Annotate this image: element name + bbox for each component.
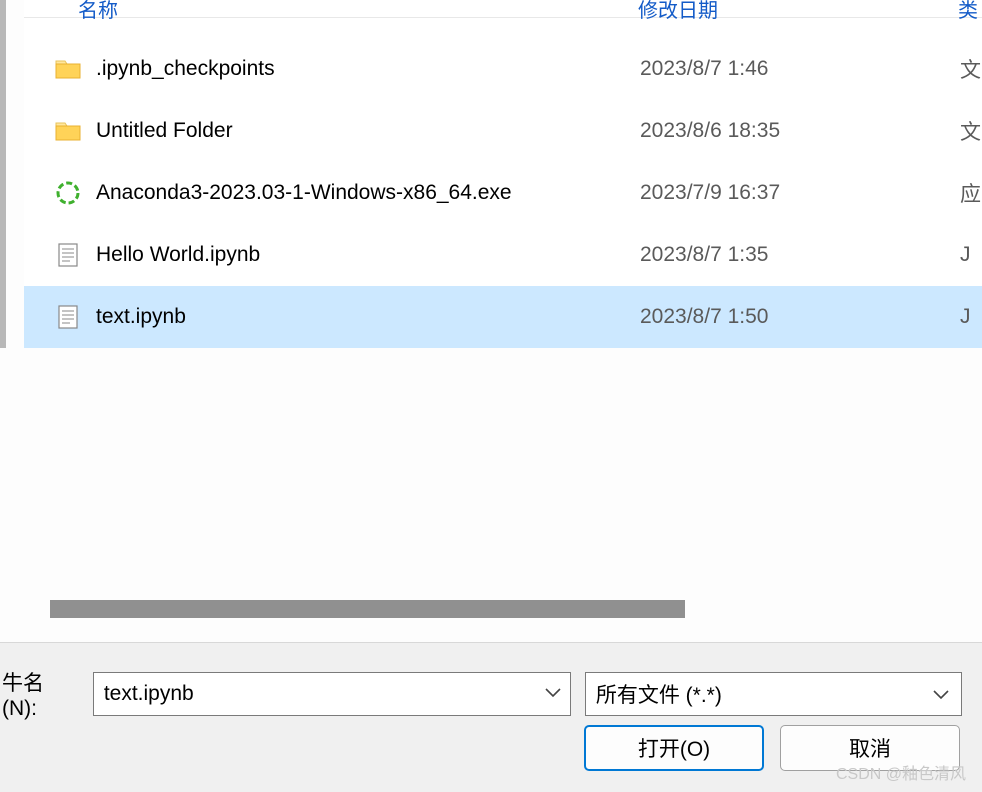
- filter-value: 所有文件 (*.*): [596, 679, 722, 709]
- filename-row: 牛名(N): 所有文件 (*.*): [0, 667, 962, 721]
- filename-input-wrap: [93, 672, 571, 716]
- file-name: Anaconda3-2023.03-1-Windows-x86_64.exe: [96, 181, 640, 205]
- column-header-date[interactable]: 修改日期: [638, 0, 958, 23]
- file-type: J: [960, 243, 971, 267]
- watermark: CSDN @釉色清风: [836, 760, 966, 784]
- open-button[interactable]: 打开(O): [584, 725, 764, 771]
- notebook-icon: [54, 303, 82, 331]
- file-type: 应: [960, 178, 981, 208]
- file-type: 文: [960, 116, 981, 146]
- file-date: 2023/8/7 1:50: [640, 305, 960, 329]
- file-list-panel: 名称 修改日期 类 .ipynb_checkpoints2023/8/7 1:4…: [24, 0, 982, 348]
- filename-input[interactable]: [93, 672, 571, 716]
- file-date: 2023/8/6 18:35: [640, 119, 960, 143]
- file-date: 2023/8/7 1:46: [640, 57, 960, 81]
- file-date: 2023/7/9 16:37: [640, 181, 960, 205]
- file-row[interactable]: text.ipynb2023/8/7 1:50J: [24, 286, 982, 348]
- horizontal-scrollbar[interactable]: [50, 600, 685, 618]
- file-row[interactable]: Untitled Folder2023/8/6 18:35文: [24, 100, 982, 162]
- file-list: .ipynb_checkpoints2023/8/7 1:46文Untitled…: [24, 18, 982, 348]
- file-name: Hello World.ipynb: [96, 243, 640, 267]
- column-header-type[interactable]: 类: [958, 0, 978, 23]
- file-type: 文: [960, 54, 981, 84]
- filename-label: 牛名(N):: [0, 667, 79, 721]
- file-date: 2023/8/7 1:35: [640, 243, 960, 267]
- anaconda-icon: [54, 179, 82, 207]
- file-row[interactable]: Hello World.ipynb2023/8/7 1:35J: [24, 224, 982, 286]
- folder-icon: [54, 55, 82, 83]
- file-row[interactable]: .ipynb_checkpoints2023/8/7 1:46文: [24, 38, 982, 100]
- column-headers: 名称 修改日期 类: [24, 0, 982, 18]
- file-name: .ipynb_checkpoints: [96, 57, 640, 81]
- file-type-filter[interactable]: 所有文件 (*.*): [585, 672, 962, 716]
- notebook-icon: [54, 241, 82, 269]
- file-name: Untitled Folder: [96, 119, 640, 143]
- chevron-down-icon: [933, 682, 949, 706]
- file-name: text.ipynb: [96, 305, 640, 329]
- file-row[interactable]: Anaconda3-2023.03-1-Windows-x86_64.exe20…: [24, 162, 982, 224]
- bottom-panel: 牛名(N): 所有文件 (*.*) 打开(O) 取消: [0, 642, 982, 792]
- file-type: J: [960, 305, 971, 329]
- column-header-name[interactable]: 名称: [78, 0, 638, 23]
- folder-icon: [54, 117, 82, 145]
- left-border-strip: [0, 0, 6, 348]
